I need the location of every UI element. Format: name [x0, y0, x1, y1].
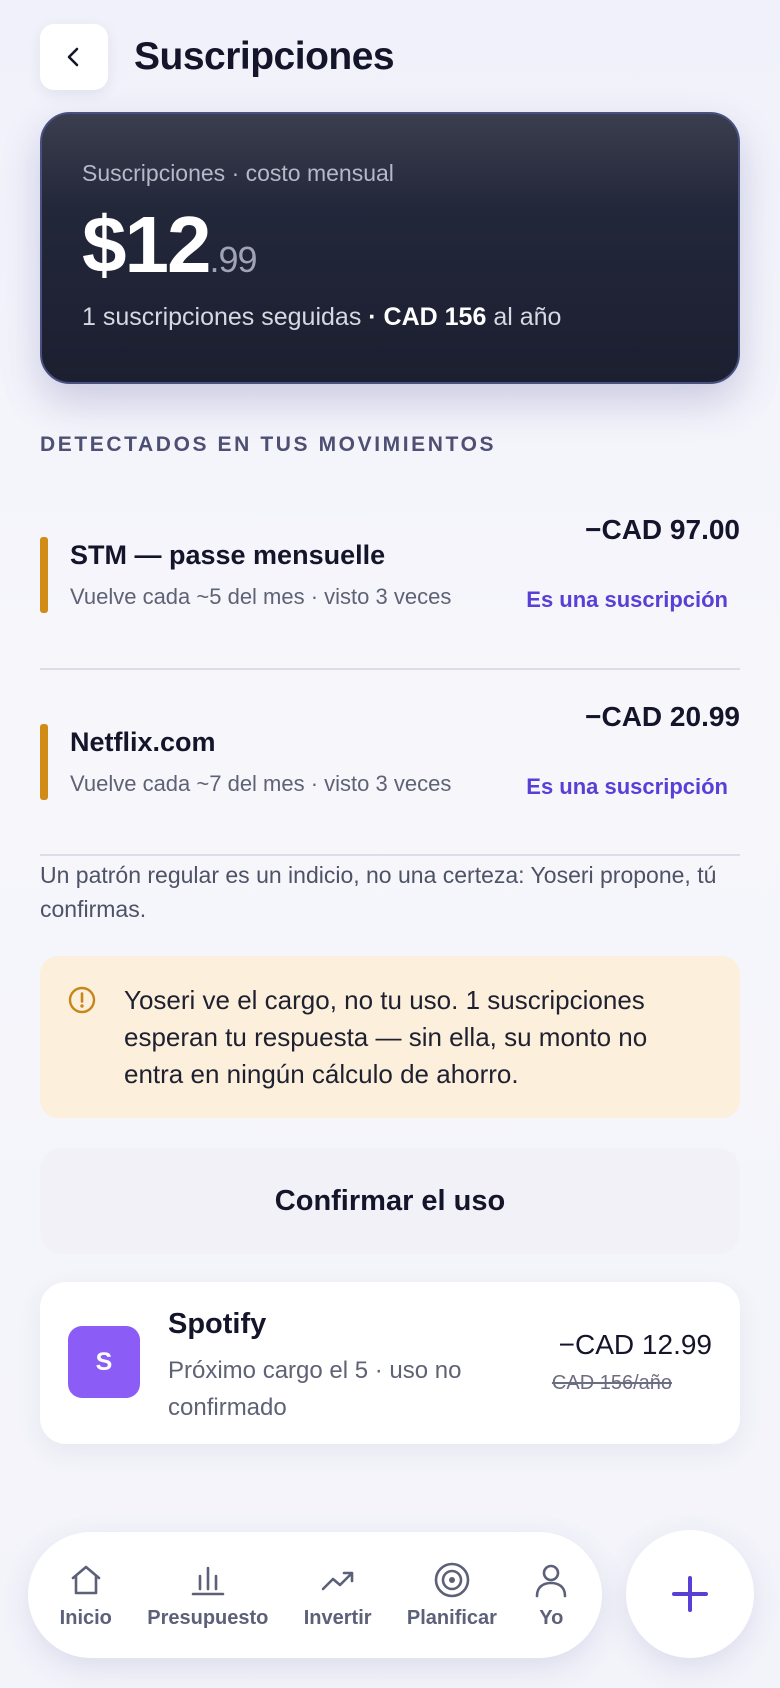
divider: [40, 854, 740, 856]
confirm-usage-button[interactable]: Confirmar el uso: [40, 1148, 740, 1254]
back-button[interactable]: [40, 24, 108, 90]
detected-item-meta: Vuelve cada ~5 del mes · visto 3 veces: [70, 584, 452, 609]
divider: [40, 668, 740, 670]
detected-item-amount: −CAD 97.00: [585, 514, 740, 545]
pattern-disclaimer: Un patrón regular es un indicio, no una …: [40, 862, 717, 922]
subscriptions-count: 1 suscripciones seguidas: [82, 303, 362, 331]
detected-section-title: DETECTADOS EN TUS MOVIMIENTOS: [40, 433, 497, 456]
nav-label: Inicio: [59, 1606, 112, 1629]
monthly-cost-label: Suscripciones · costo mensual: [82, 160, 394, 186]
home-icon: [71, 1565, 101, 1594]
nav-item-yo[interactable]: Yo: [532, 1561, 570, 1630]
pattern-indicator: [40, 537, 48, 613]
nav-label: Invertir: [303, 1606, 372, 1629]
usage-warning: Yoseri ve el cargo, no tu uso. 1 suscrip…: [40, 956, 740, 1118]
target-icon: [434, 1562, 470, 1597]
subscription-name: Spotify: [168, 1308, 267, 1340]
mark-as-subscription-button[interactable]: Es una suscripción: [526, 774, 728, 800]
trending-up-icon: [321, 1571, 353, 1590]
nav-label: Presupuesto: [147, 1606, 269, 1629]
monthly-cost-card: Suscripciones · costo mensual $12 .99 1 …: [40, 112, 740, 384]
user-icon: [535, 1564, 567, 1597]
subscription-card[interactable]: S Spotify Próximo cargo el 5 · uso no co…: [40, 1282, 740, 1444]
subscription-avatar: S: [68, 1326, 140, 1398]
bottom-nav: Inicio Presupuesto Invertir Planificar Y…: [28, 1532, 602, 1658]
subscription-annual-cost: CAD 156/año: [551, 1372, 672, 1394]
nav-label: Yo: [539, 1606, 564, 1629]
nav-item-invertir[interactable]: Invertir: [304, 1561, 372, 1630]
detected-item: STM — passe mensuelle Vuelve cada ~5 del…: [40, 514, 740, 664]
usage-warning-text: Yoseri ve el cargo, no tu uso. 1 suscrip…: [124, 985, 648, 1089]
annual-value: CAD 156: [383, 303, 487, 331]
summary-separator: ·: [361, 303, 384, 331]
detected-item-name: STM — passe mensuelle: [70, 540, 386, 570]
annual-suffix: al año: [486, 303, 562, 331]
alert-circle-icon: [68, 986, 96, 1014]
amount-main: $12: [82, 200, 211, 289]
detected-item: Netflix.com Vuelve cada ~7 del mes · vis…: [40, 701, 740, 851]
subscription-detail: Próximo cargo el 5 · uso no confirmado: [168, 1357, 462, 1421]
pattern-indicator: [40, 724, 48, 800]
chevron-left-icon: [67, 47, 79, 67]
nav-item-inicio[interactable]: Inicio: [60, 1561, 112, 1630]
detected-item-amount: −CAD 20.99: [585, 701, 740, 732]
nav-item-planificar[interactable]: Planificar: [407, 1561, 497, 1630]
subscription-amount: −CAD 12.99: [558, 1329, 712, 1360]
page-title: Suscripciones: [134, 35, 395, 78]
amount-cents: .99: [209, 239, 257, 280]
subscriptions-summary: 1 suscripciones seguidas · CAD 156 al añ…: [82, 303, 698, 332]
mark-as-subscription-button[interactable]: Es una suscripción: [526, 587, 728, 613]
detected-item-name: Netflix.com: [70, 727, 216, 757]
detected-item-meta: Vuelve cada ~7 del mes · visto 3 veces: [70, 771, 452, 796]
nav-label: Planificar: [406, 1606, 497, 1629]
nav-item-presupuesto[interactable]: Presupuesto: [147, 1561, 268, 1630]
bar-chart-icon: [191, 1566, 225, 1595]
monthly-cost-amount: $12 .99: [82, 200, 698, 289]
header: Suscripciones: [40, 24, 395, 90]
add-button[interactable]: [626, 1530, 754, 1658]
plus-icon: [672, 1576, 708, 1612]
